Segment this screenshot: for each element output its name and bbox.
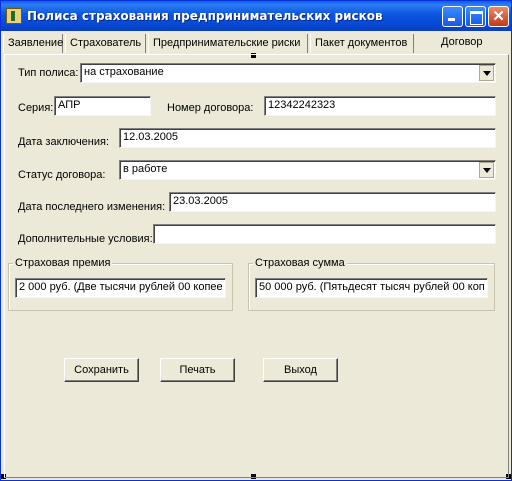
premium-group-label: Страховая премия: [13, 257, 113, 269]
status-select[interactable]: в работе: [119, 160, 496, 180]
tab-business-risks[interactable]: Предпринимательские риски: [148, 34, 308, 53]
series-field[interactable]: АПР: [54, 96, 151, 116]
series-label: Серия:: [18, 102, 54, 114]
contract-number-label: Номер договора:: [167, 102, 254, 114]
status-label: Статус договора:: [18, 169, 106, 181]
tab-contract[interactable]: Договор: [437, 33, 507, 52]
minimize-icon: [443, 7, 462, 26]
print-button[interactable]: Печать: [160, 358, 235, 382]
chevron-down-icon[interactable]: [479, 162, 494, 178]
tab-application[interactable]: Заявление: [3, 34, 63, 53]
chevron-down-icon[interactable]: [479, 65, 494, 81]
extra-terms-label: Дополнительные условия:: [18, 233, 153, 245]
maximize-button[interactable]: [465, 6, 486, 27]
extra-terms-field[interactable]: [153, 224, 496, 244]
policy-type-label: Тип полиса:: [18, 67, 79, 79]
conclusion-date-label: Дата заключения:: [18, 136, 110, 148]
close-button[interactable]: ✕: [488, 6, 509, 27]
sum-insured-field[interactable]: 50 000 руб. (Пятьдесят тысяч рублей 00 к…: [255, 278, 488, 298]
main-window: Полиса страхования предпринимательских р…: [0, 0, 512, 481]
close-icon: ✕: [492, 8, 505, 25]
tab-bar: Заявление Страхователь Предпринимательск…: [1, 33, 511, 54]
app-icon[interactable]: [6, 8, 22, 24]
status-value: в работе: [123, 163, 168, 175]
policy-type-value: на страхование: [84, 66, 164, 78]
window-title: Полиса страхования предпринимательских р…: [27, 9, 383, 23]
conclusion-date-field[interactable]: 12.03.2005: [119, 128, 496, 148]
title-bar[interactable]: Полиса страхования предпринимательских р…: [1, 1, 511, 31]
maximize-icon: [466, 7, 485, 26]
last-change-label: Дата последнего изменения:: [18, 201, 166, 213]
premium-field[interactable]: 2 000 руб. (Две тысячи рублей 00 копее: [15, 278, 226, 298]
tab-documents[interactable]: Пакет документов: [310, 34, 414, 53]
exit-button[interactable]: Выход: [263, 358, 338, 382]
tab-policyholder[interactable]: Страхователь: [65, 34, 146, 53]
contract-number-field[interactable]: 12342242323: [264, 96, 496, 116]
policy-type-select[interactable]: на страхование: [80, 63, 496, 83]
last-change-field[interactable]: 23.03.2005: [169, 192, 496, 212]
minimize-button[interactable]: [442, 6, 463, 27]
sum-insured-group-label: Страховая сумма: [253, 257, 347, 269]
save-button[interactable]: Сохранить: [64, 358, 139, 382]
